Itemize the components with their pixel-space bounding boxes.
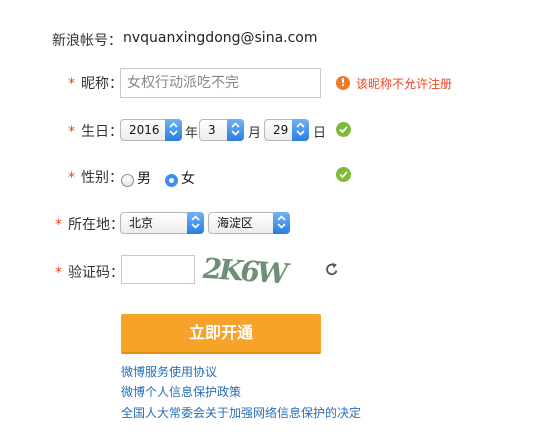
required-mark: * <box>68 76 75 92</box>
province-select[interactable]: 北京 <box>120 212 204 234</box>
birth-day-select[interactable]: 29 <box>264 119 309 141</box>
month-unit: 月 <box>248 126 262 141</box>
link-service-agreement[interactable]: 微博服务使用协议 <box>121 363 217 380</box>
captcha-image[interactable]: 2K6W <box>202 254 298 288</box>
birth-month-select[interactable]: 3 <box>199 119 244 141</box>
birth-month-value: 3 <box>208 123 216 137</box>
select-arrow-icon <box>292 119 309 141</box>
day-unit: 日 <box>313 126 327 141</box>
nickname-error: 该昵称不允许注册 <box>356 77 453 91</box>
captcha-label: * 验证码： <box>55 262 124 282</box>
birth-year-value: 2016 <box>129 123 160 137</box>
required-mark: * <box>55 265 62 281</box>
nickname-input[interactable]: 女权行动派吃不完 <box>120 68 321 98</box>
link-privacy-policy[interactable]: 微博个人信息保护政策 <box>121 383 241 400</box>
check-icon <box>336 122 351 137</box>
district-select[interactable]: 海淀区 <box>208 212 290 234</box>
birthday-label-text: 生日： <box>81 124 123 140</box>
check-icon <box>336 167 351 182</box>
account-email: nvquanxingdong@sina.com <box>123 30 318 46</box>
captcha-label-text: 验证码： <box>68 265 124 281</box>
year-unit: 年 <box>185 126 199 141</box>
district-value: 海淀区 <box>217 216 254 230</box>
location-label: * 所在地： <box>55 214 124 234</box>
select-arrow-icon <box>273 212 290 234</box>
warning-icon: ! <box>336 76 350 90</box>
captcha-input[interactable] <box>121 255 195 284</box>
birthday-label: * 生日： <box>68 121 123 141</box>
select-arrow-icon <box>227 119 244 141</box>
required-mark: * <box>68 124 75 140</box>
gender-female-radio[interactable] <box>165 174 178 187</box>
gender-male-radio[interactable] <box>121 174 134 187</box>
required-mark: * <box>55 217 62 233</box>
gender-male-label[interactable]: 男 <box>137 168 151 188</box>
required-mark: * <box>68 170 75 186</box>
birth-year-select[interactable]: 2016 <box>120 119 182 141</box>
link-network-protection-decision[interactable]: 全国人大常委会关于加强网络信息保护的决定 <box>121 404 361 421</box>
gender-female-label[interactable]: 女 <box>181 168 195 188</box>
location-label-text: 所在地： <box>68 217 124 233</box>
submit-button[interactable]: 立即开通 <box>121 314 321 354</box>
captcha-image-text: 2K6W <box>202 254 292 288</box>
gender-label: * 性别： <box>68 167 123 187</box>
province-value: 北京 <box>129 216 154 230</box>
refresh-icon[interactable] <box>325 262 339 277</box>
select-arrow-icon <box>165 119 182 141</box>
account-label-text: 新浪帐号： <box>52 33 122 49</box>
gender-label-text: 性别： <box>81 170 123 186</box>
select-arrow-icon <box>187 212 204 234</box>
nickname-label-text: 昵称： <box>81 76 123 92</box>
birth-day-value: 29 <box>273 123 289 137</box>
account-label: 新浪帐号： <box>52 30 122 50</box>
nickname-label: * 昵称： <box>68 73 123 93</box>
